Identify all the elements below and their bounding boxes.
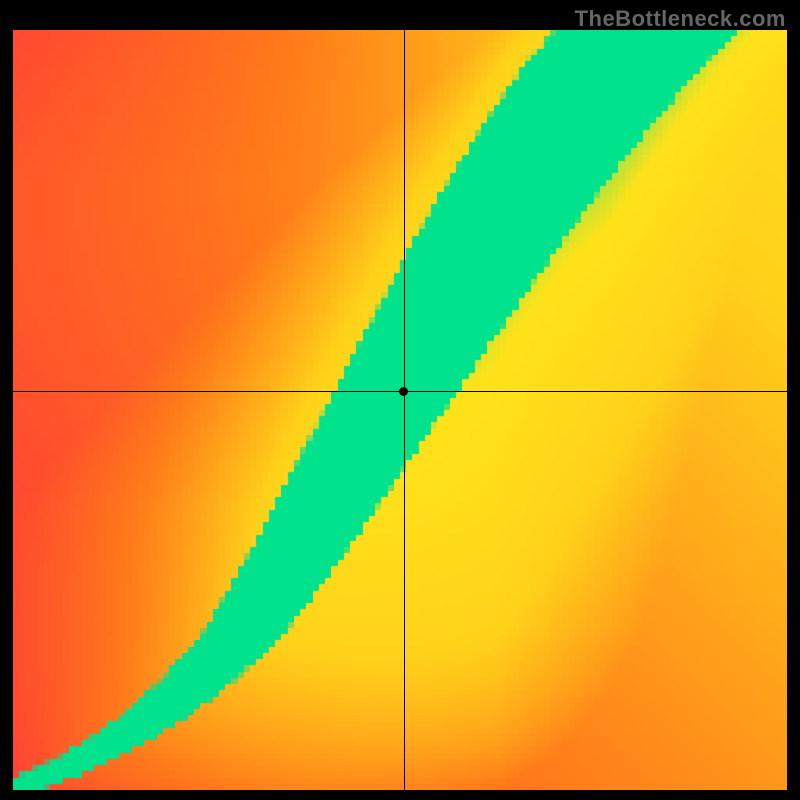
crosshair-vertical (404, 30, 405, 790)
heatmap-plot (13, 30, 787, 790)
heatmap-canvas (13, 30, 787, 790)
watermark-text: TheBottleneck.com (575, 6, 786, 32)
chart-frame: TheBottleneck.com (0, 0, 800, 800)
marker-dot (399, 387, 408, 396)
